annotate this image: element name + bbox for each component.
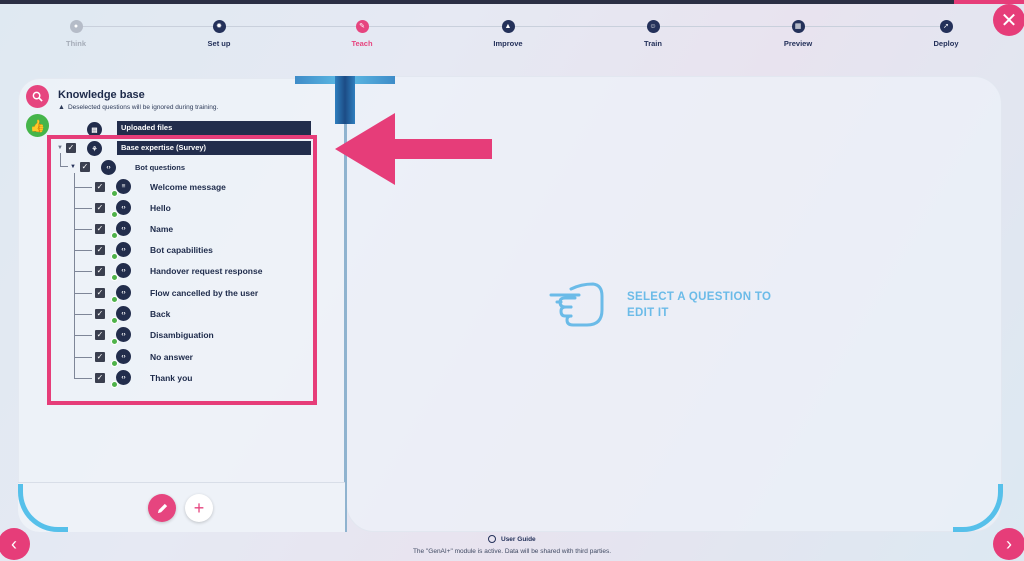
step-label: Improve xyxy=(493,39,523,48)
help-icon xyxy=(488,535,496,543)
pointing-hand-icon xyxy=(549,282,604,327)
step-label: Preview xyxy=(783,39,813,48)
step-label: Teach xyxy=(351,39,373,48)
step-think[interactable]: ● Think xyxy=(36,20,116,48)
genai-notice: The "GenAI+" module is active. Data will… xyxy=(412,548,612,555)
search-button[interactable] xyxy=(26,85,49,108)
previous-step-button[interactable]: ‹ xyxy=(0,528,30,560)
step-train[interactable]: ☺ Train xyxy=(613,20,693,48)
step-teach[interactable]: ✎ Teach xyxy=(322,20,402,48)
panel-title: Knowledge base xyxy=(58,89,145,101)
robot-icon: ☺ xyxy=(646,20,660,33)
chevron-right-icon: › xyxy=(1006,533,1012,554)
uploaded-files-node[interactable]: Uploaded files xyxy=(117,121,311,135)
pencil-icon xyxy=(157,503,167,513)
step-improve[interactable]: ▲ Improve xyxy=(468,20,548,48)
gear-icon: ✹ xyxy=(212,20,226,33)
approve-button[interactable]: 👍 xyxy=(26,114,49,137)
step-label: Deploy xyxy=(933,39,959,48)
pencil-icon: ✎ xyxy=(355,20,369,33)
top-strip-accent xyxy=(954,0,1024,4)
user-guide-link[interactable]: User Guide xyxy=(488,535,536,543)
workflow-stepper: ● Think ✹ Set up ✎ Teach ▲ Improve ☺ Tra… xyxy=(0,14,1024,54)
user-guide-label: User Guide xyxy=(501,535,536,543)
training-note-text: Deselected questions will be ignored dur… xyxy=(67,104,219,111)
plus-icon: + xyxy=(193,497,205,518)
rocket-icon: ➚ xyxy=(939,20,953,33)
highlight-box xyxy=(47,135,317,405)
step-preview[interactable]: ▦ Preview xyxy=(758,20,838,48)
pointer-arrow-icon xyxy=(335,113,492,185)
next-step-button[interactable]: › xyxy=(993,528,1024,560)
select-question-hint: SELECT A QUESTION TO EDIT IT xyxy=(627,291,772,319)
decorative-arc xyxy=(953,484,1003,532)
thumbs-up-icon: 👍 xyxy=(30,118,45,133)
search-icon xyxy=(32,91,43,102)
close-button[interactable]: ✕ xyxy=(993,4,1024,36)
step-set-up[interactable]: ✹ Set up xyxy=(179,20,259,48)
chevron-left-icon: ‹ xyxy=(11,533,17,554)
training-note: ▲ Deselected questions will be ignored du… xyxy=(58,104,218,111)
add-question-button[interactable]: + xyxy=(185,494,213,522)
step-label: Train xyxy=(644,39,662,48)
triangle-icon: ▲ xyxy=(501,20,515,33)
step-label: Think xyxy=(66,39,86,48)
warning-icon: ▲ xyxy=(58,104,65,111)
step-deploy[interactable]: ➚ Deploy xyxy=(906,20,986,48)
top-strip xyxy=(0,0,1024,4)
calendar-icon: ▦ xyxy=(791,20,805,33)
lightbulb-icon: ● xyxy=(69,20,83,33)
edit-button[interactable] xyxy=(148,494,176,522)
close-icon: ✕ xyxy=(1000,9,1018,32)
step-label: Set up xyxy=(207,39,231,48)
